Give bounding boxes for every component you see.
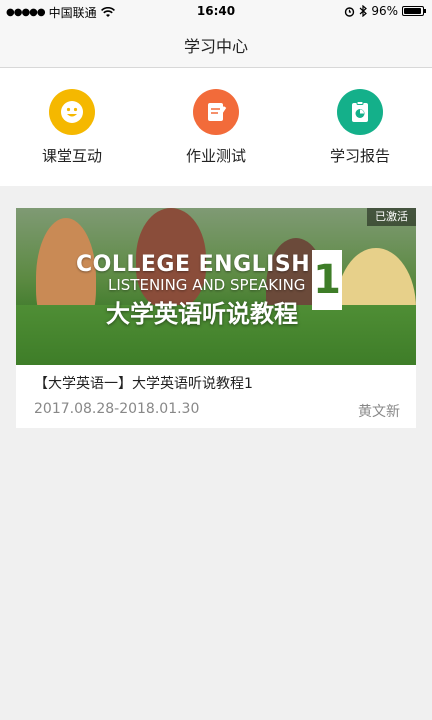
quick-menu: 课堂互动 作业测试 学习报告 [0,68,432,186]
menu-label: 课堂互动 [41,147,102,165]
course-title: 【大学英语一】大学英语听说教程1 [34,376,253,392]
page-title: 学习中心 [183,36,248,56]
smile-icon [49,89,95,135]
menu-item-learning-report[interactable]: 学习报告 [300,68,420,186]
course-teacher: 黄文新 [358,404,400,420]
course-cover-image: COLLEGE ENGLISH LISTENING AND SPEAKING 大… [16,208,416,365]
status-badge: 已激活 [367,208,416,226]
homework-icon [193,89,239,135]
course-card[interactable]: COLLEGE ENGLISH LISTENING AND SPEAKING 大… [16,208,416,428]
menu-item-classroom-interaction[interactable]: 课堂互动 [12,68,132,186]
menu-label: 作业测试 [185,147,246,165]
report-icon [337,89,383,135]
nav-bar: 学习中心 [0,22,432,68]
course-dates: 2017.08.28-2018.01.30 [34,401,200,417]
cover-title-english: COLLEGE ENGLISH [76,252,311,277]
bluetooth-icon [359,5,368,17]
alarm-icon [345,6,355,17]
cover-volume-number: 1 [312,250,342,310]
menu-item-homework-test[interactable]: 作业测试 [156,68,276,186]
cover-title-chinese: 大学英语听说教程 [106,300,298,328]
battery-icon [402,6,426,16]
menu-label: 学习报告 [329,147,390,165]
status-bar: ●●●●● 中国联通 16:40 96% [0,0,432,22]
cover-subtitle-english: LISTENING AND SPEAKING [108,276,306,294]
battery-percent: 96% [371,4,398,18]
battery-fill [404,8,422,14]
